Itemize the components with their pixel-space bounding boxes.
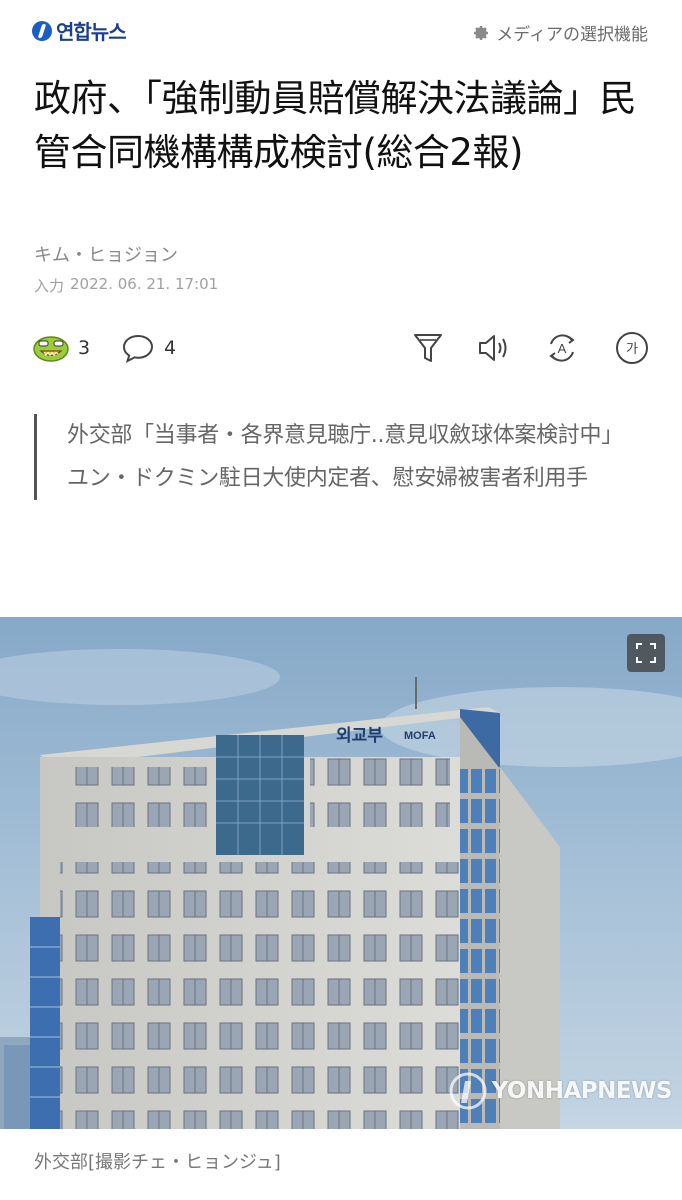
filter-button[interactable] bbox=[410, 330, 446, 366]
article-headline: 政府、「強制動員賠償解決法議論」民管合同機構構成検討(総合2報) bbox=[34, 77, 637, 174]
top-bar: 연합뉴스 メディアの選択機能 bbox=[0, 0, 682, 60]
summary-line: ユン・ドクミン駐日大使内定者、慰安婦被害者利用手 bbox=[67, 466, 588, 491]
font-size-letter: 가 bbox=[626, 342, 638, 357]
expand-icon bbox=[636, 643, 656, 663]
logo-mark-icon bbox=[32, 20, 52, 41]
date-label: 入力 bbox=[34, 277, 65, 295]
comment-button[interactable]: 4 bbox=[120, 330, 176, 366]
date-value: 2022. 06. 21. 17:01 bbox=[70, 275, 219, 293]
yonhap-watermark-icon bbox=[449, 1072, 487, 1110]
publish-date: 入力 2022. 06. 21. 17:01 bbox=[34, 275, 218, 296]
translate-letter: A bbox=[558, 341, 567, 356]
comment-bubble-icon bbox=[122, 334, 154, 363]
text-to-speech-button[interactable] bbox=[475, 330, 511, 366]
article-summary: 外交部「当事者・各界意見聴庁..意見収斂球体案検討中」 ユン・ドクミン駐日大使内… bbox=[34, 414, 654, 500]
building-sign-korean: 외교부 bbox=[336, 726, 383, 746]
watermark-text: YONHAPNEWS bbox=[491, 1078, 673, 1104]
reaction-count: 3 bbox=[78, 337, 91, 359]
media-settings-label: メディアの選択機能 bbox=[496, 25, 648, 45]
translate-button[interactable]: A bbox=[544, 330, 580, 366]
filter-icon bbox=[414, 334, 442, 362]
article-photo[interactable]: 외교부 MOFA YONHAPNEWS bbox=[0, 617, 682, 1129]
yonhap-watermark: YONHAPNEWS bbox=[448, 1071, 673, 1111]
reaction-face-icon bbox=[33, 336, 69, 362]
mofa-building-image: 외교부 MOFA bbox=[0, 617, 682, 1129]
yonhap-logo[interactable]: 연합뉴스 bbox=[32, 16, 127, 45]
translate-icon: A bbox=[549, 334, 575, 362]
gear-icon bbox=[474, 25, 489, 40]
photo-caption: 外交部[撮影チェ・ヒョンジュ] bbox=[34, 1152, 281, 1173]
media-settings-button[interactable]: メディアの選択機能 bbox=[472, 20, 648, 45]
reaction-button[interactable]: 3 bbox=[32, 330, 90, 366]
speaker-icon bbox=[479, 335, 507, 361]
author-name[interactable]: キム・ヒョジョン bbox=[34, 241, 178, 267]
logo-text: 연합뉴스 bbox=[56, 20, 127, 44]
comment-count: 4 bbox=[164, 337, 177, 359]
article-action-bar: 3 4 A 가 bbox=[32, 330, 652, 370]
building-sign-english: MOFA bbox=[404, 730, 436, 742]
font-size-icon: 가 bbox=[616, 332, 648, 364]
expand-photo-button[interactable] bbox=[627, 634, 665, 672]
summary-line: 外交部「当事者・各界意見聴庁..意見収斂球体案検討中」 bbox=[67, 423, 623, 448]
font-size-button[interactable]: 가 bbox=[614, 330, 650, 366]
